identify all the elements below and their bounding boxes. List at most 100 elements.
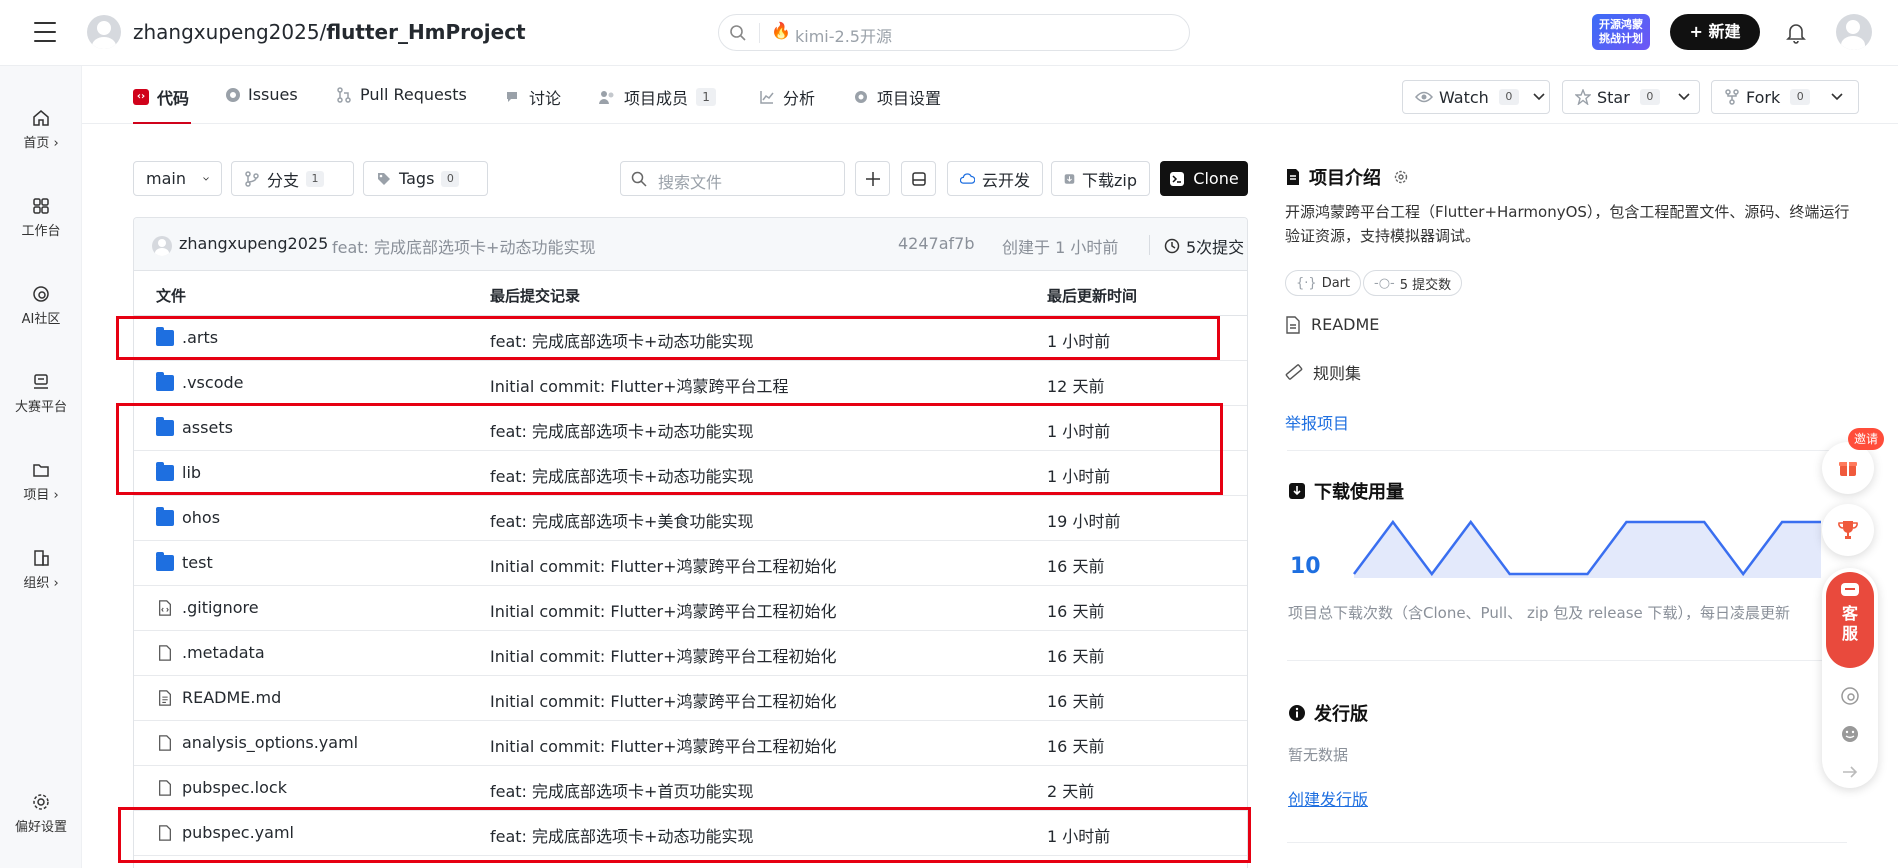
nav-item-org[interactable]: 组织 › bbox=[0, 548, 82, 591]
chevron-down-icon[interactable] bbox=[1670, 81, 1699, 113]
chevron-down-icon[interactable] bbox=[1820, 81, 1854, 113]
tab-code[interactable]: ‹› 代码 bbox=[133, 85, 189, 109]
nav-item-workbench[interactable]: 工作台 bbox=[0, 196, 82, 239]
table-row[interactable]: .vscode Initial commit: Flutter+鸿蒙跨平台工程 12… bbox=[134, 361, 1247, 406]
download-zip-button[interactable]: 下载zip bbox=[1051, 161, 1150, 196]
file-commit-message[interactable]: Initial commit: Flutter+鸿蒙跨平台工程初始化 bbox=[490, 643, 836, 667]
file-name[interactable]: .gitignore bbox=[182, 598, 259, 617]
star-button[interactable]: Star 0 bbox=[1562, 80, 1700, 114]
file-name[interactable]: assets bbox=[182, 418, 233, 437]
table-row[interactable]: pubspec.yaml feat: 完成底部选项卡+动态功能实现 1 小时前 bbox=[134, 811, 1247, 856]
file-name[interactable]: lib bbox=[182, 463, 201, 482]
file-commit-message[interactable]: feat: 完成底部选项卡+动态功能实现 bbox=[490, 328, 753, 352]
repo-name-link[interactable]: flutter_HmProject bbox=[326, 20, 525, 44]
table-row[interactable]: README.md Initial commit: Flutter+鸿蒙跨平台工程… bbox=[134, 676, 1247, 721]
tab-settings[interactable]: 项目设置 bbox=[853, 85, 941, 109]
readme-link[interactable]: README bbox=[1285, 315, 1379, 334]
commit-author-avatar[interactable] bbox=[152, 236, 172, 256]
branch-select[interactable]: main bbox=[133, 161, 222, 196]
divider bbox=[1287, 450, 1847, 451]
add-file-button[interactable] bbox=[855, 161, 890, 196]
table-row[interactable]: lib feat: 完成底部选项卡+动态功能实现 1 小时前 bbox=[134, 451, 1247, 496]
nav-item-home[interactable]: 首页 › bbox=[0, 108, 82, 151]
gear-icon[interactable] bbox=[1393, 169, 1409, 185]
cloud-dev-button[interactable]: 云开发 bbox=[947, 161, 1043, 196]
file-name[interactable]: test bbox=[182, 553, 213, 572]
table-row[interactable]: pubspec.lock feat: 完成底部选项卡+首页功能实现 2 天前 bbox=[134, 766, 1247, 811]
file-name[interactable]: .arts bbox=[182, 328, 218, 347]
file-commit-message[interactable]: feat: 完成底部选项卡+动态功能实现 bbox=[490, 418, 753, 442]
file-commit-message[interactable]: feat: 完成底部选项卡+动态功能实现 bbox=[490, 823, 753, 847]
new-button[interactable]: + 新建 bbox=[1670, 14, 1760, 50]
create-release-link[interactable]: 创建发行版 bbox=[1288, 786, 1368, 810]
book-icon bbox=[1287, 169, 1299, 185]
file-commit-message[interactable]: Initial commit: Flutter+鸿蒙跨平台工程 bbox=[490, 373, 788, 397]
ruler-icon bbox=[1285, 364, 1303, 380]
downloads-sparkline bbox=[1352, 519, 1821, 578]
rules-link[interactable]: 规则集 bbox=[1285, 360, 1361, 384]
user-avatar[interactable] bbox=[1836, 14, 1872, 50]
tab-issues[interactable]: Issues bbox=[226, 85, 298, 104]
file-commit-message[interactable]: Initial commit: Flutter+鸿蒙跨平台工程初始化 bbox=[490, 688, 836, 712]
tab-analysis[interactable]: 分析 bbox=[759, 85, 815, 109]
ai-assistant-icon[interactable] bbox=[1840, 686, 1860, 706]
tags-button[interactable]: Tags 0 bbox=[363, 161, 488, 196]
file-name[interactable]: pubspec.lock bbox=[182, 778, 287, 797]
file-commit-message[interactable]: feat: 完成底部选项卡+动态功能实现 bbox=[490, 463, 753, 487]
tab-pull-requests[interactable]: Pull Requests bbox=[336, 85, 467, 104]
feedback-icon[interactable] bbox=[1840, 724, 1860, 744]
customer-service-button[interactable]: 客服 bbox=[1826, 572, 1874, 668]
file-updated-time: 1 小时前 bbox=[1047, 467, 1111, 486]
fork-button[interactable]: Fork 0 bbox=[1711, 80, 1859, 114]
nav-item-projects[interactable]: 项目 › bbox=[0, 460, 82, 503]
file-commit-message[interactable]: feat: 完成底部选项卡+美食功能实现 bbox=[490, 508, 753, 532]
table-row[interactable]: test Initial commit: Flutter+鸿蒙跨平台工程初始化 16… bbox=[134, 541, 1247, 586]
menu-icon[interactable] bbox=[34, 22, 56, 42]
bell-icon[interactable] bbox=[1786, 22, 1806, 44]
table-row[interactable]: analysis_options.yaml Initial commit: Flu… bbox=[134, 721, 1247, 766]
commits-tag[interactable]: -○- 5 提交数 bbox=[1363, 270, 1463, 296]
file-name[interactable]: pubspec.yaml bbox=[182, 823, 294, 842]
file-name[interactable]: analysis_options.yaml bbox=[182, 733, 358, 752]
nav-item-ai-community[interactable]: AI社区 bbox=[0, 284, 82, 327]
file-commit-message[interactable]: Initial commit: Flutter+鸿蒙跨平台工程初始化 bbox=[490, 598, 836, 622]
tab-members[interactable]: 项目成员 1 bbox=[598, 85, 717, 109]
file-name[interactable]: .vscode bbox=[182, 373, 243, 392]
arrow-right-icon[interactable] bbox=[1840, 762, 1860, 782]
watch-button[interactable]: Watch 0 bbox=[1402, 80, 1550, 114]
tab-label: Issues bbox=[248, 85, 298, 104]
trophy-button[interactable] bbox=[1822, 504, 1874, 556]
table-row[interactable]: assets feat: 完成底部选项卡+动态功能实现 1 小时前 bbox=[134, 406, 1247, 451]
file-commit-message[interactable]: Initial commit: Flutter+鸿蒙跨平台工程初始化 bbox=[490, 553, 836, 577]
promo-badge[interactable]: 开源鸿蒙 挑战计划 bbox=[1592, 14, 1650, 50]
commit-message[interactable]: feat: 完成底部选项卡+动态功能实现 bbox=[332, 234, 595, 258]
clone-button[interactable]: Clone bbox=[1160, 161, 1248, 196]
table-row[interactable]: .metadata Initial commit: Flutter+鸿蒙跨平台工程… bbox=[134, 631, 1247, 676]
branches-button[interactable]: 分支 1 bbox=[231, 161, 354, 196]
commit-hash[interactable]: 4247af7b bbox=[898, 234, 975, 253]
file-name[interactable]: .metadata bbox=[182, 643, 265, 662]
file-name[interactable]: README.md bbox=[182, 688, 281, 707]
commit-author[interactable]: zhangxupeng2025 bbox=[179, 234, 328, 253]
file-commit-message[interactable]: Initial commit: Flutter+鸿蒙跨平台工程初始化 bbox=[490, 733, 836, 757]
chevron-down-icon[interactable] bbox=[1529, 81, 1549, 113]
commits-link[interactable]: 5次提交 bbox=[1164, 234, 1244, 258]
tab-discussion[interactable]: 讨论 bbox=[505, 85, 561, 109]
language-tag[interactable]: {·} Dart bbox=[1285, 270, 1362, 296]
nav-item-contest[interactable]: 大赛平台 bbox=[0, 372, 82, 415]
owner-avatar[interactable] bbox=[87, 15, 121, 49]
repo-owner-link[interactable]: zhangxupeng2025/ bbox=[133, 20, 326, 44]
nav-item-preferences[interactable]: 偏好设置 bbox=[0, 792, 82, 835]
contest-icon bbox=[34, 374, 48, 389]
search-icon bbox=[730, 25, 746, 41]
file-name[interactable]: ohos bbox=[182, 508, 220, 527]
file-search-input[interactable]: 搜索文件 bbox=[620, 161, 845, 196]
table-row[interactable]: ohos feat: 完成底部选项卡+美食功能实现 19 小时前 bbox=[134, 496, 1247, 541]
web-ide-button[interactable] bbox=[901, 161, 936, 196]
report-project-link[interactable]: 举报项目 bbox=[1285, 410, 1349, 434]
file-commit-message[interactable]: feat: 完成底部选项卡+首页功能实现 bbox=[490, 778, 753, 802]
file-updated-time: 1 小时前 bbox=[1047, 827, 1111, 846]
table-row[interactable]: .arts feat: 完成底部选项卡+动态功能实现 1 小时前 bbox=[134, 316, 1247, 361]
global-search-input[interactable]: 🔥 kimi-2.5开源 bbox=[718, 14, 1190, 51]
table-row[interactable]: .gitignore Initial commit: Flutter+鸿蒙跨平台工… bbox=[134, 586, 1247, 631]
